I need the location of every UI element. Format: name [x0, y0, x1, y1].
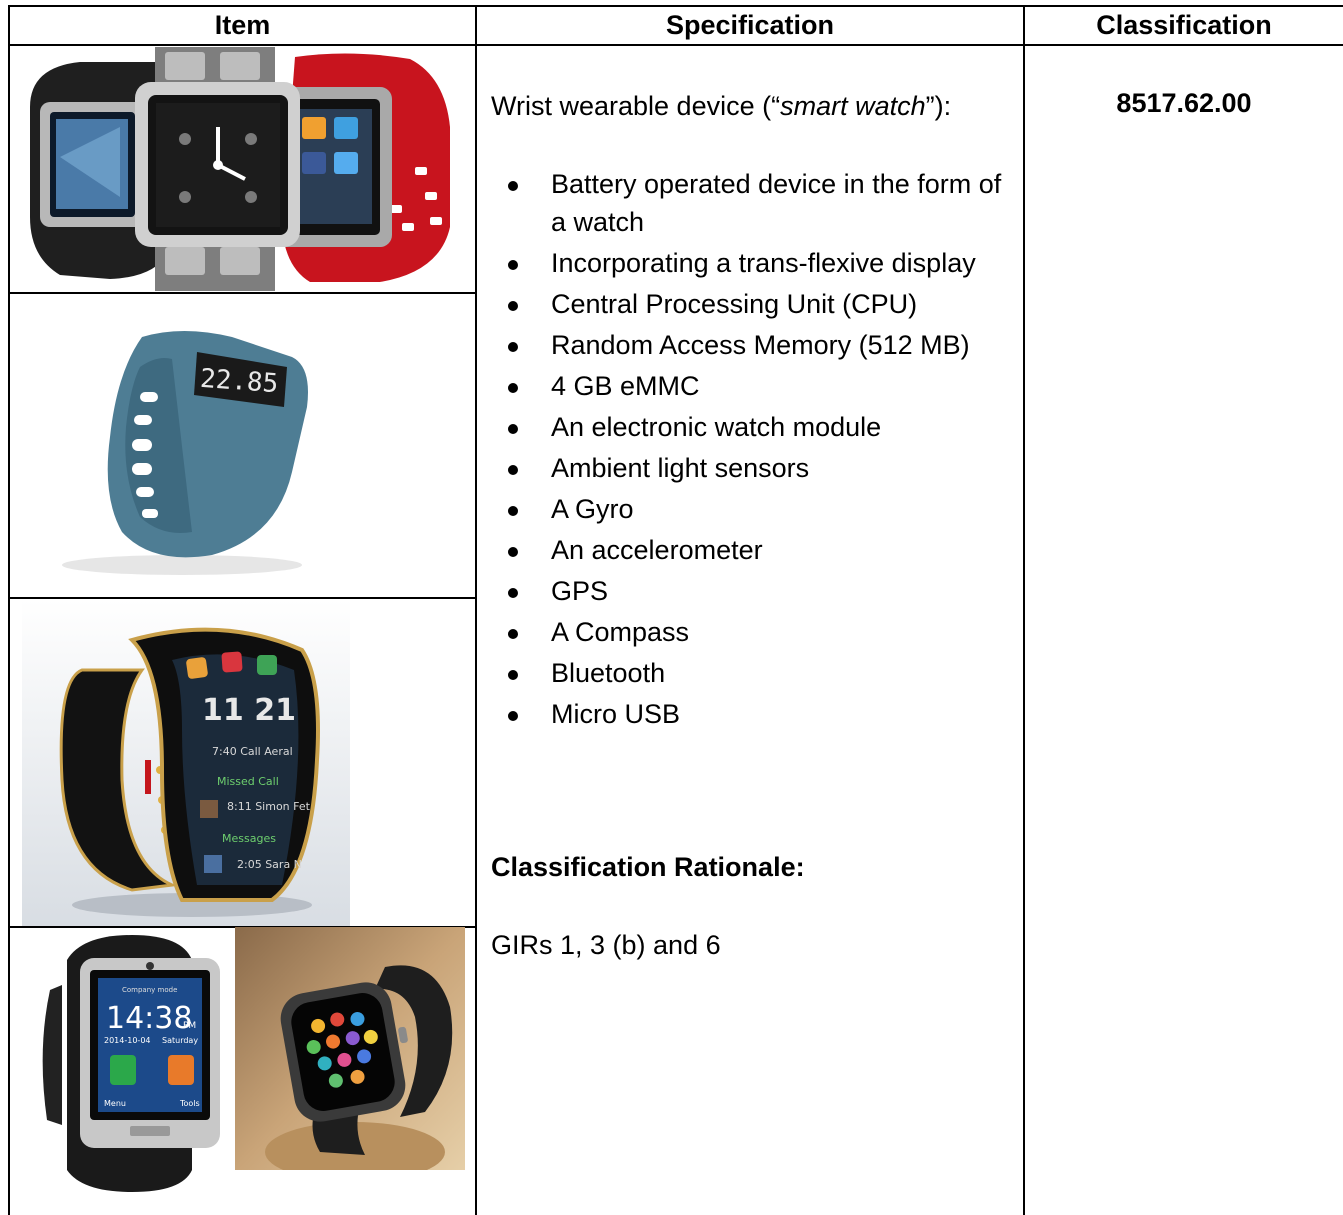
header-specification: Specification [665, 9, 835, 40]
bullet-icon [508, 383, 518, 393]
table-border-left [8, 5, 10, 1215]
list-item: Bluetooth [491, 654, 1011, 692]
spec-item-text: Battery operated device in the form of a… [551, 169, 1002, 237]
spec-intro-suffix: ”): [925, 91, 952, 121]
bullet-icon [508, 181, 518, 191]
square-watch-top-text: Company mode [122, 986, 177, 994]
list-item: Battery operated device in the form of a… [491, 165, 1011, 241]
square-watch-date: 2014-10-04 [104, 1036, 151, 1045]
list-item: A Compass [491, 613, 1011, 651]
spec-item-text: A Compass [551, 617, 690, 647]
spec-bullet-list: Battery operated device in the form of a… [491, 165, 1011, 736]
header-classification: Classification [1096, 9, 1272, 40]
curved-smartwatch-image: 11 21 7:40 Call Aeral Missed Call 8:11 S… [22, 600, 350, 926]
curved-watch-line-1: 7:40 Call Aeral [212, 745, 293, 758]
bullet-icon [508, 342, 518, 352]
spec-item-text: Micro USB [551, 699, 681, 729]
spec-item-text: A Gyro [551, 494, 634, 524]
bullet-icon [508, 588, 518, 598]
bullet-icon [508, 629, 518, 639]
spec-item-text: GPS [551, 576, 609, 606]
list-item: GPS [491, 572, 1011, 610]
spec-item-text: Random Access Memory (512 MB) [551, 330, 970, 360]
bullet-icon [508, 670, 518, 680]
square-watch-menu: Menu [104, 1099, 126, 1108]
list-item: A Gyro [491, 490, 1011, 528]
bullet-icon [508, 506, 518, 516]
spec-item-text: 4 GB eMMC [551, 371, 700, 401]
header-item: Item [214, 9, 271, 40]
spec-item-text: Incorporating a trans-flexive display [551, 248, 976, 278]
smartwatch-trio-image [20, 47, 470, 291]
list-item: Random Access Memory (512 MB) [491, 326, 1011, 364]
square-smartwatch-image: Company mode 14:38 PM 2014-10-04 Saturda… [22, 930, 232, 1194]
list-item: Incorporating a trans-flexive display [491, 244, 1011, 282]
square-watch-day: Saturday [162, 1036, 198, 1045]
curved-watch-line-3: 8:11 Simon Fet [227, 800, 311, 813]
curved-watch-line-4: Messages [222, 832, 276, 845]
bullet-icon [508, 547, 518, 557]
list-item: An accelerometer [491, 531, 1011, 569]
list-item: Micro USB [491, 695, 1011, 733]
square-watch-tools: Tools [179, 1099, 200, 1108]
spec-item-text: An accelerometer [551, 535, 763, 565]
bullet-icon [508, 711, 518, 721]
spec-intro-italic: smart watch [780, 91, 926, 121]
list-item: 4 GB eMMC [491, 367, 1011, 405]
fitness-band-image: 22.85 [22, 297, 347, 581]
curved-watch-time: 11 21 [202, 693, 296, 728]
item-row-divider-1 [8, 292, 476, 294]
bullet-icon [508, 260, 518, 270]
spec-intro-prefix: Wrist wearable device (“ [491, 91, 781, 121]
curved-watch-line-5: 2:05 Sara N [237, 858, 302, 871]
list-item: An electronic watch module [491, 408, 1011, 446]
list-item: Ambient light sensors [491, 449, 1011, 487]
classification-code: 8517.62.00 [1116, 88, 1252, 118]
classification-table: Item Specification Classification 22.85 … [0, 0, 1343, 1215]
bullet-icon [508, 465, 518, 475]
bullet-icon [508, 424, 518, 434]
band-display-text: 22.85 [199, 364, 279, 399]
square-watch-ampm: PM [183, 1021, 196, 1031]
column-divider-2 [1023, 5, 1025, 1215]
spec-item-text: Bluetooth [551, 658, 666, 688]
header-divider [8, 44, 1343, 46]
curved-watch-line-2: Missed Call [217, 775, 279, 788]
list-item: Central Processing Unit (CPU) [491, 285, 1011, 323]
item-row-divider-2 [8, 597, 476, 599]
rationale-heading: Classification Rationale: [491, 852, 805, 882]
rationale-text: GIRs 1, 3 (b) and 6 [491, 930, 721, 960]
spec-intro: Wrist wearable device (“smart watch”): [491, 86, 1021, 126]
spec-item-text: An electronic watch module [551, 412, 882, 442]
round-icon-smartwatch-image [235, 927, 465, 1170]
column-divider-1 [475, 5, 477, 1215]
bullet-icon [508, 301, 518, 311]
spec-item-text: Ambient light sensors [551, 453, 810, 483]
spec-item-text: Central Processing Unit (CPU) [551, 289, 918, 319]
square-watch-time: 14:38 [106, 1001, 192, 1036]
